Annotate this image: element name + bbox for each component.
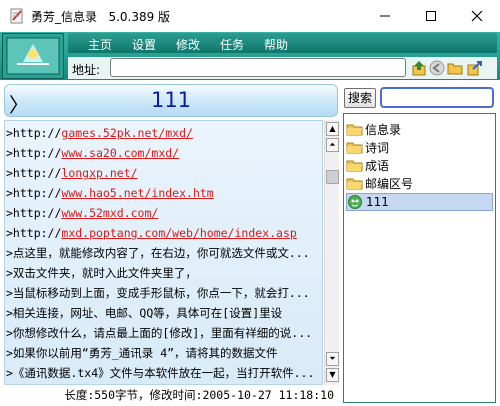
folder-open-icon[interactable] <box>447 60 463 76</box>
content-line[interactable]: >http://www.52mxd.com/ <box>6 203 158 223</box>
content-line[interactable]: >你想修改什么，请点最上面的[修改]，里面有祥细的说... <box>6 323 312 343</box>
content-scrollbar[interactable]: ▲ ⏶ ⏷ ▼ <box>324 120 339 385</box>
tree-item[interactable]: 诗词 <box>346 138 493 156</box>
content-link[interactable]: www.hao5.net/index.htm <box>61 186 213 200</box>
content-line[interactable]: >《通讯数据.tx4》文件与本软件放在一起，当打开软件... <box>6 363 314 383</box>
tree-item-selected[interactable]: 111 <box>346 193 493 211</box>
status-text: 长度:550字节，修改时间:2005-10-27 11:18:10 <box>64 388 334 402</box>
folder-icon <box>346 178 363 190</box>
title-bar: 勇芳_信息录 5.0.389 版 <box>0 0 500 32</box>
content-text-area[interactable]: >http://games.52pk.net/mxd/ >http://www.… <box>4 120 323 385</box>
tree-item-label: 诗词 <box>365 140 390 155</box>
url-prefix: >http:// <box>6 186 62 200</box>
menu-home[interactable]: 主页 <box>88 36 112 53</box>
app-logo[interactable] <box>2 33 64 79</box>
url-prefix: >http:// <box>6 126 62 140</box>
content-line[interactable]: >http://games.52pk.net/mxd/ <box>6 123 193 143</box>
tree-item[interactable]: 成语 <box>346 156 493 174</box>
topic-title: 111 <box>150 88 192 112</box>
content-line[interactable]: >双击文件夹，就时入此文件夹里了， <box>6 263 197 283</box>
content-line[interactable]: >相关连接，网址、电邮、QQ等，具体可在[设置]里设 <box>6 303 282 323</box>
tree-item[interactable]: 邮编区号 <box>346 174 493 192</box>
content-link[interactable]: www.52mxd.com/ <box>61 206 158 220</box>
address-input[interactable] <box>110 58 406 77</box>
search-button[interactable]: 搜索 <box>344 88 376 108</box>
content-link[interactable]: games.52pk.net/mxd/ <box>61 126 193 140</box>
logo-icon <box>3 34 63 78</box>
folder-tree: 信息录 诗词 成语 邮编区号 111 <box>343 113 496 403</box>
menu-settings[interactable]: 设置 <box>132 36 156 53</box>
topic-bar[interactable]: 〉 111 <box>4 84 338 117</box>
tree-item-label: 111 <box>366 195 389 209</box>
url-prefix: >http:// <box>6 226 62 240</box>
content-line[interactable]: >http://www.hao5.net/index.htm <box>6 183 214 203</box>
scroll-thumb[interactable] <box>326 170 339 184</box>
tree-item-label: 成语 <box>365 158 390 173</box>
maximize-button[interactable] <box>408 0 454 32</box>
content-line[interactable]: >如果你以前用“勇芳_通讯录 4”，请将其的数据文件 <box>6 343 278 363</box>
back-icon[interactable] <box>429 60 445 76</box>
window-title: 勇芳_信息录 5.0.389 版 <box>31 10 171 24</box>
content-link[interactable]: www.sa20.com/mxd/ <box>61 146 179 160</box>
content-panel: 〉 111 >http://games.52pk.net/mxd/ >http:… <box>0 82 342 406</box>
folder-icon <box>346 142 363 154</box>
scroll-up-button[interactable]: ▲ <box>326 122 339 136</box>
content-line[interactable]: >http://longxp.net/ <box>6 163 138 183</box>
url-prefix: >http:// <box>6 146 62 160</box>
address-label: 地址: <box>72 63 101 77</box>
menu-tasks[interactable]: 任务 <box>220 36 244 53</box>
close-icon <box>471 10 483 22</box>
content-link[interactable]: mxd.poptang.com/web/home/index.asp <box>61 226 296 240</box>
content-line[interactable]: >http://www.sa20.com/mxd/ <box>6 143 179 163</box>
content-line[interactable]: >http://mxd.poptang.com/web/home/index.a… <box>6 223 297 243</box>
tree-item[interactable]: 信息录 <box>346 120 493 138</box>
search-input[interactable] <box>380 87 494 108</box>
menu-edit[interactable]: 修改 <box>176 36 200 53</box>
export-icon[interactable] <box>467 60 483 76</box>
content-link[interactable]: longxp.net/ <box>61 166 137 180</box>
scroll-down-button[interactable]: ▼ <box>326 368 339 382</box>
minimize-icon <box>380 15 390 17</box>
folder-icon <box>346 160 363 172</box>
toolbar-header: 主页 设置 修改 任务 帮助 地址: <box>0 32 500 80</box>
page-up-button[interactable]: ⏶ <box>326 138 339 152</box>
url-prefix: >http:// <box>6 206 62 220</box>
maximize-icon <box>426 11 436 21</box>
folder-icon <box>346 124 363 136</box>
close-button[interactable] <box>454 0 500 32</box>
go-up-icon[interactable] <box>411 60 427 76</box>
tree-item-label: 邮编区号 <box>365 176 414 191</box>
content-line[interactable]: >点这里，就能修改内容了，在右边，你可就选文件或文... <box>6 243 310 263</box>
url-prefix: >http:// <box>6 166 62 180</box>
document-icon <box>348 195 362 209</box>
page-down-button[interactable]: ⏷ <box>326 352 339 366</box>
address-bar: 地址: <box>68 57 497 79</box>
tree-item-label: 信息录 <box>365 122 402 137</box>
menu-help[interactable]: 帮助 <box>264 36 288 53</box>
minimize-button[interactable] <box>362 0 408 32</box>
menu-bar: 主页 设置 修改 任务 帮助 <box>68 33 497 53</box>
app-icon <box>10 8 23 24</box>
content-line[interactable]: >当鼠标移动到上面，变成手形鼠标，你点一下，就会打... <box>6 283 310 303</box>
